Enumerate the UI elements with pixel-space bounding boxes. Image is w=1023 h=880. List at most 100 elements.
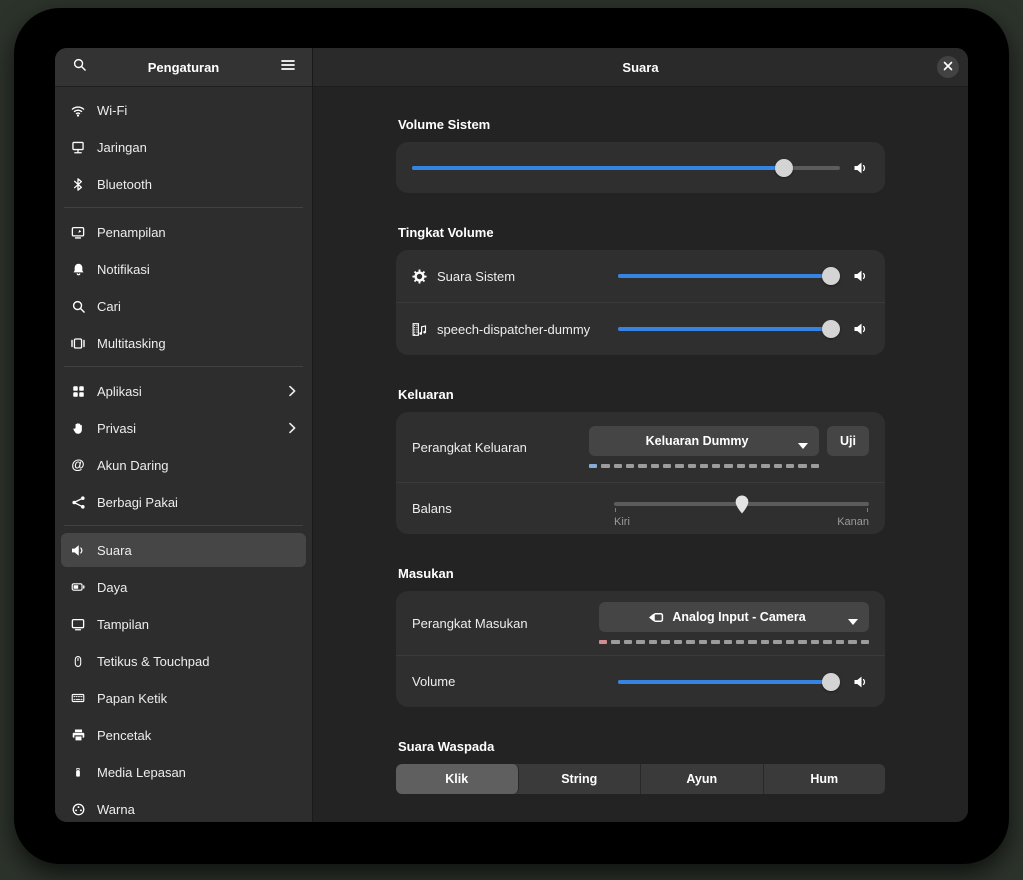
meter-segment (638, 464, 647, 468)
mouse-icon (70, 653, 86, 669)
system-volume-card (396, 142, 885, 193)
sidebar-item-aplikasi[interactable]: Aplikasi (61, 374, 306, 408)
alert-option-hum[interactable]: Hum (764, 764, 886, 794)
content-headerbar: Suara (313, 48, 968, 87)
sidebar-item-label: Pencetak (97, 727, 152, 743)
section-system-volume: Volume Sistem (396, 117, 885, 193)
sidebar-item-bluetooth[interactable]: Bluetooth (61, 167, 306, 201)
balance-widget: Kiri Kanan (614, 490, 869, 528)
sidebar-item-suara[interactable]: Suara (61, 533, 306, 567)
sidebar-item-multitasking[interactable]: Multitasking (61, 326, 306, 360)
sidebar-item-tetikus-touchpad[interactable]: Tetikus & Touchpad (61, 644, 306, 678)
sidebar-item-label: Aplikasi (97, 383, 142, 399)
alert-option-klik[interactable]: Klik (396, 764, 519, 794)
output-card: Perangkat Keluaran Keluaran Dummy Uji Ba… (396, 412, 885, 534)
section-heading: Suara Waspada (398, 739, 495, 754)
sidebar-item-warna[interactable]: Warna (61, 792, 306, 822)
alert-sound-segmented: Klik String Ayun Hum (396, 764, 885, 794)
alert-option-ayun[interactable]: Ayun (641, 764, 764, 794)
stream-label: Suara Sistem (437, 268, 516, 284)
section-output: Keluaran Perangkat Keluaran Keluaran Dum… (396, 387, 885, 534)
volume-medium-icon (852, 321, 869, 337)
meter-segment (661, 640, 670, 644)
volume-medium-icon (852, 674, 869, 690)
sidebar-item-akun-daring[interactable]: @ Akun Daring (61, 448, 306, 482)
sidebar-item-label: Bluetooth (97, 176, 152, 192)
sidebar-item-berbagi-pakai[interactable]: Berbagi Pakai (61, 485, 306, 519)
alert-option-string[interactable]: String (519, 764, 641, 794)
balance-thumb[interactable] (734, 495, 749, 519)
test-speakers-button[interactable]: Uji (827, 426, 869, 456)
balance-slider[interactable] (614, 494, 869, 514)
slider-thumb[interactable] (822, 320, 841, 338)
sidebar-item-jaringan[interactable]: Jaringan (61, 130, 306, 164)
sidebar-item-papan-ketik[interactable]: Papan Ketik (61, 681, 306, 715)
at-icon: @ (71, 457, 85, 473)
appearance-icon (70, 224, 86, 240)
system-sounds-slider[interactable] (618, 267, 841, 285)
display-icon (70, 616, 86, 632)
sidebar-item-label: Penampilan (97, 224, 166, 240)
input-volume-label: Volume (412, 674, 456, 689)
sidebar-item-label: Suara (97, 542, 132, 558)
stream-label: speech-dispatcher-dummy (437, 321, 591, 337)
input-level-meter (599, 640, 869, 644)
main-menu-button[interactable] (274, 54, 302, 80)
system-volume-slider[interactable] (412, 158, 840, 177)
multitasking-icon (70, 335, 86, 351)
search-button[interactable] (65, 54, 93, 80)
input-volume-slider[interactable] (618, 672, 841, 691)
sidebar-headerbar: Pengaturan (55, 48, 312, 87)
slider-thumb[interactable] (822, 672, 841, 691)
close-button[interactable] (937, 56, 959, 78)
output-level-meter (589, 464, 819, 468)
speaker-icon (70, 542, 86, 558)
bluetooth-icon (70, 176, 86, 192)
input-device-dropdown[interactable]: Analog Input - Camera (599, 602, 869, 632)
sidebar-item-label: Papan Ketik (97, 690, 168, 706)
sidebar-item-penampilan[interactable]: Penampilan (61, 215, 306, 249)
meter-segment (748, 640, 757, 644)
sidebar-item-pencetak[interactable]: Pencetak (61, 718, 306, 752)
slider-thumb[interactable] (775, 158, 794, 177)
sidebar-item-label: Cari (97, 298, 121, 314)
input-device-label: Perangkat Masukan (412, 615, 528, 631)
meter-segment (698, 640, 708, 644)
hamburger-menu-icon (281, 58, 295, 76)
sidebar-item-label: Media Lepasan (97, 764, 186, 780)
share-icon (70, 494, 86, 510)
sidebar-item-label: Multitasking (97, 335, 166, 351)
network-icon (70, 139, 86, 155)
sidebar-item-media-lepasan[interactable]: Media Lepasan (61, 755, 306, 789)
meter-segment (736, 464, 746, 468)
balance-label: Balans (412, 501, 452, 516)
sidebar-item-notifikasi[interactable]: Notifikasi (61, 252, 306, 286)
section-heading: Tingkat Volume (398, 225, 494, 240)
content-pane: Suara Volume Sistem Tingkat Volume Suara… (312, 48, 968, 822)
meter-segment (636, 640, 645, 644)
meter-segment (735, 640, 745, 644)
output-device-dropdown[interactable]: Keluaran Dummy (589, 426, 820, 456)
volume-medium-icon (852, 160, 869, 176)
apps-icon (70, 383, 86, 399)
sidebar-title: Pengaturan (147, 59, 220, 75)
sidebar-item-wi-fi[interactable]: Wi-Fi (61, 93, 306, 127)
sidebar-item-tampilan[interactable]: Tampilan (61, 607, 306, 641)
sidebar-nav-list: Wi-Fi Jaringan Bluetooth Penampilan Notifika… (55, 87, 312, 822)
speech-dispatcher-slider[interactable] (618, 320, 841, 338)
printer-icon (70, 727, 86, 743)
meter-segment (611, 640, 620, 644)
sidebar-item-label: Tetikus & Touchpad (97, 653, 210, 669)
meter-segment (662, 464, 672, 468)
slider-thumb[interactable] (822, 267, 841, 285)
video-camera-icon (648, 611, 664, 624)
meter-segment (648, 640, 658, 644)
sidebar-item-daya[interactable]: Daya (61, 570, 306, 604)
sidebar-item-cari[interactable]: Cari (61, 289, 306, 323)
sidebar-item-label: Warna (97, 801, 135, 817)
close-icon (943, 58, 953, 76)
sidebar-item-privasi[interactable]: Privasi (61, 411, 306, 445)
meter-segment-active (599, 640, 608, 644)
meter-segment (723, 640, 732, 644)
caret-down-icon (798, 438, 809, 452)
